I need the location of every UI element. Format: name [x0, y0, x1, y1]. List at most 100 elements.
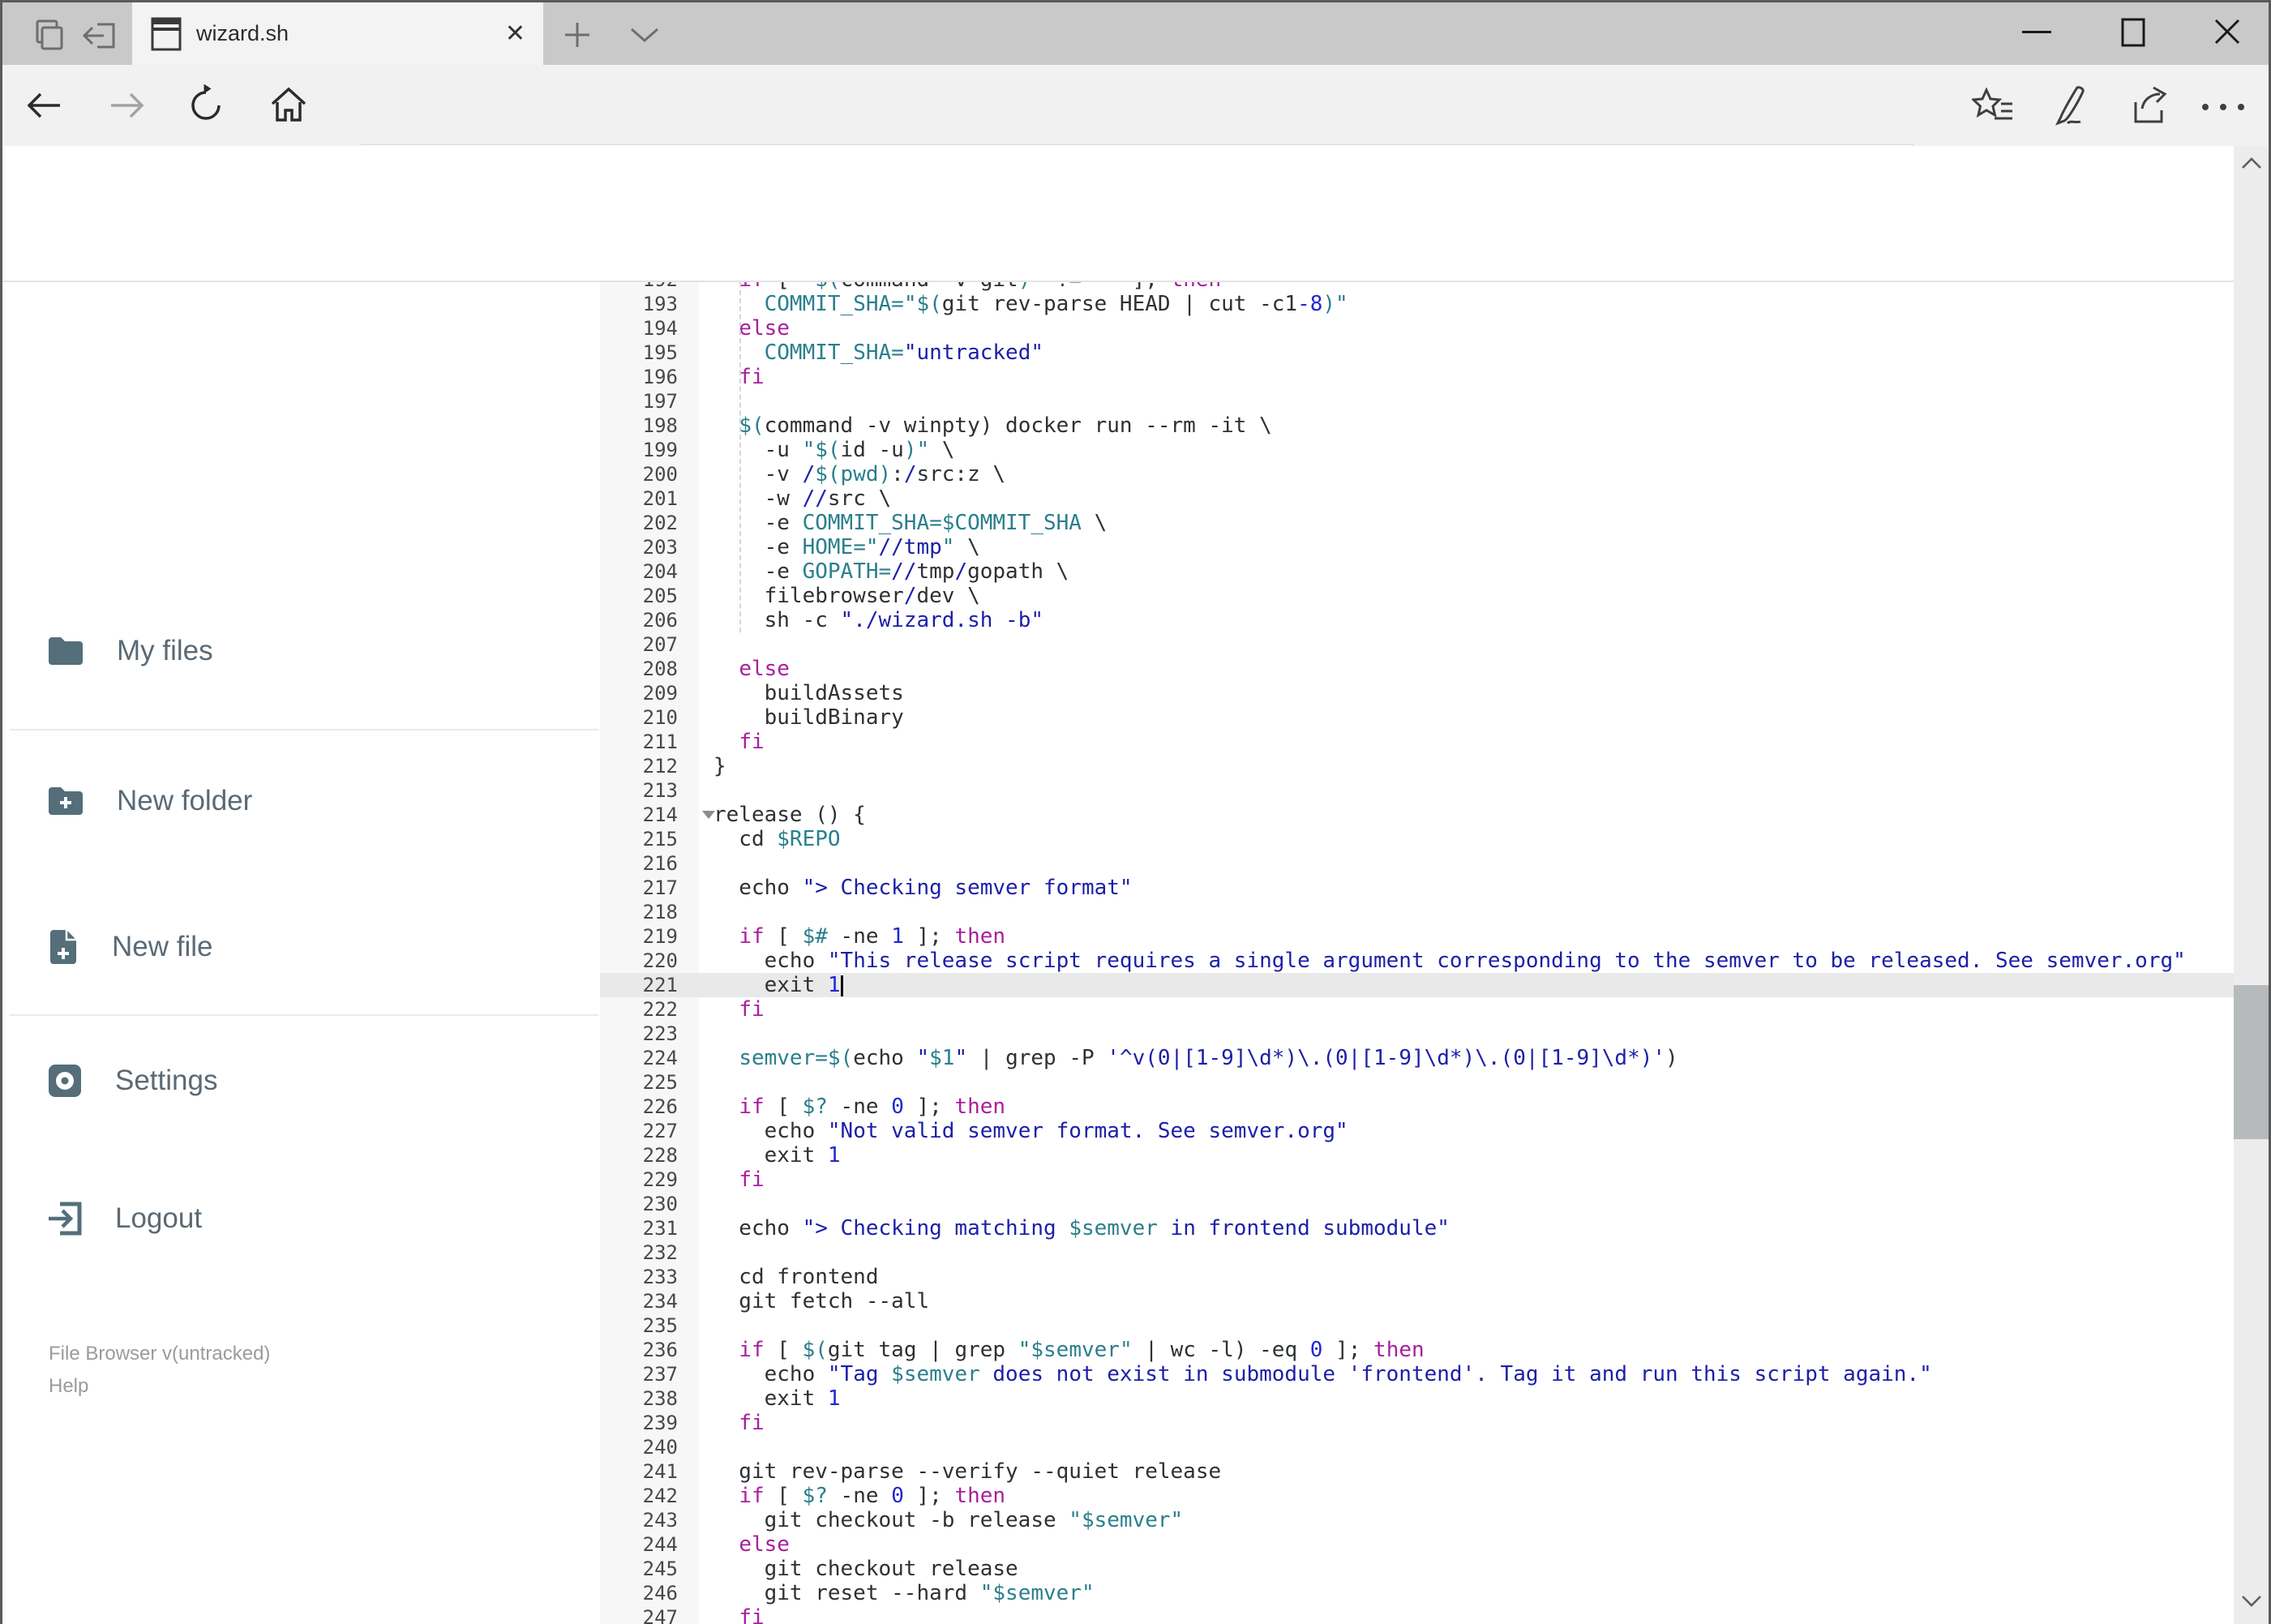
code-line-text[interactable]: echo "This release script requires a sin…: [699, 949, 2186, 973]
code-line-text[interactable]: fi: [699, 1411, 764, 1435]
code-row[interactable]: 226 if [ $? -ne 0 ]; then: [600, 1095, 2271, 1119]
code-line-text[interactable]: exit 1: [699, 1143, 841, 1168]
forward-button[interactable]: [108, 88, 147, 123]
code-line-text[interactable]: else: [699, 316, 790, 341]
refresh-button[interactable]: [185, 84, 227, 126]
code-row[interactable]: 225: [600, 1070, 2271, 1095]
code-row[interactable]: 200 -v /$(pwd):/src:z \: [600, 462, 2271, 486]
hub-favorites-icon[interactable]: [1972, 88, 2014, 125]
tab-close-icon[interactable]: ✕: [505, 19, 525, 48]
code-row[interactable]: 224 semver=$(echo "$1" | grep -P '^v(0|[…: [600, 1046, 2271, 1070]
code-row[interactable]: 238 exit 1: [600, 1386, 2271, 1411]
code-line-text[interactable]: cd frontend: [699, 1265, 878, 1289]
code-row[interactable]: 243 git checkout -b release "$semver": [600, 1508, 2271, 1532]
code-row[interactable]: 246 git reset --hard "$semver": [600, 1581, 2271, 1605]
code-line-text[interactable]: [699, 1070, 713, 1095]
code-row[interactable]: 209 buildAssets: [600, 681, 2271, 705]
code-line-text[interactable]: git fetch --all: [699, 1289, 929, 1313]
code-line-text[interactable]: fi: [699, 1168, 764, 1192]
code-line-text[interactable]: -w //src \: [699, 486, 892, 511]
code-line-text[interactable]: -e HOME="//tmp" \: [699, 535, 980, 559]
fold-marker-icon[interactable]: [702, 811, 715, 819]
code-line-text[interactable]: [699, 778, 713, 803]
code-line-text[interactable]: release () {: [699, 803, 866, 827]
code-row[interactable]: 204 -e GOPATH=//tmp/gopath \: [600, 559, 2271, 584]
sidebar-item-my-files[interactable]: My files: [47, 623, 213, 679]
code-row[interactable]: 213: [600, 778, 2271, 803]
code-line-text[interactable]: -v /$(pwd):/src:z \: [699, 462, 1005, 486]
code-row[interactable]: 231 echo "> Checking matching $semver in…: [600, 1216, 2271, 1240]
code-row[interactable]: 215 cd $REPO: [600, 827, 2271, 851]
code-row[interactable]: 241 git rev-parse --verify --quiet relea…: [600, 1459, 2271, 1484]
code-line-text[interactable]: if [ $? -ne 0 ]; then: [699, 1484, 1005, 1508]
code-row[interactable]: 242 if [ $? -ne 0 ]; then: [600, 1484, 2271, 1508]
code-line-text[interactable]: echo "Tag $semver does not exist in subm…: [699, 1362, 1932, 1386]
page-scrollbar-thumb[interactable]: [2234, 985, 2269, 1139]
code-row[interactable]: 235: [600, 1313, 2271, 1338]
code-row[interactable]: 192 if [ "$(command -v git)" != "" ]; th…: [600, 282, 2271, 292]
code-line-text[interactable]: [699, 1192, 713, 1216]
code-row[interactable]: 193 COMMIT_SHA="$(git rev-parse HEAD | c…: [600, 292, 2271, 316]
code-line-text[interactable]: git checkout release: [699, 1557, 1018, 1581]
code-line-text[interactable]: semver=$(echo "$1" | grep -P '^v(0|[1-9]…: [699, 1046, 1678, 1070]
code-row[interactable]: 199 -u "$(id -u)" \: [600, 438, 2271, 462]
new-tab-icon[interactable]: [562, 19, 593, 50]
code-line-text[interactable]: $(command -v winpty) docker run --rm -it…: [699, 413, 1271, 438]
code-line-text[interactable]: exit 1: [699, 1386, 841, 1411]
home-button[interactable]: [268, 84, 310, 125]
code-line-text[interactable]: if [ $? -ne 0 ]; then: [699, 1095, 1005, 1119]
code-row[interactable]: 221 exit 1: [600, 973, 2271, 997]
annotate-pen-icon[interactable]: [2050, 84, 2090, 126]
code-line-text[interactable]: [699, 851, 713, 876]
code-line-text[interactable]: if [ $(git tag | grep "$semver" | wc -l)…: [699, 1338, 1424, 1362]
code-line-text[interactable]: else: [699, 657, 790, 681]
code-line-text[interactable]: }: [699, 754, 726, 778]
code-row[interactable]: 223: [600, 1022, 2271, 1046]
code-line-text[interactable]: -u "$(id -u)" \: [699, 438, 955, 462]
code-line-text[interactable]: COMMIT_SHA="untracked": [699, 341, 1043, 365]
code-row[interactable]: 198 $(command -v winpty) docker run --rm…: [600, 413, 2271, 438]
code-row[interactable]: 203 -e HOME="//tmp" \: [600, 535, 2271, 559]
code-line-text[interactable]: [699, 900, 713, 924]
code-row[interactable]: 240: [600, 1435, 2271, 1459]
code-line-text[interactable]: fi: [699, 997, 764, 1022]
page-scrollbar-track[interactable]: [2234, 146, 2269, 1624]
code-line-text[interactable]: -e COMMIT_SHA=$COMMIT_SHA \: [699, 511, 1108, 535]
code-line-text[interactable]: cd $REPO: [699, 827, 840, 851]
code-row[interactable]: 214 release () {: [600, 803, 2271, 827]
code-row[interactable]: 244 else: [600, 1532, 2271, 1557]
sidebar-item-new-folder[interactable]: New folder: [47, 773, 252, 829]
help-link[interactable]: Help: [49, 1375, 88, 1398]
share-page-icon[interactable]: [2129, 86, 2171, 126]
code-line-text[interactable]: [699, 389, 713, 413]
code-row[interactable]: 245 git checkout release: [600, 1557, 2271, 1581]
code-line-text[interactable]: [699, 632, 713, 657]
code-row[interactable]: 210 buildBinary: [600, 705, 2271, 730]
code-row[interactable]: 220 echo "This release script requires a…: [600, 949, 2271, 973]
code-line-text[interactable]: buildBinary: [699, 705, 904, 730]
code-row[interactable]: 222 fi: [600, 997, 2271, 1022]
scroll-up-icon[interactable]: [2240, 156, 2263, 170]
code-line-text[interactable]: if [ "$(command -v git)" != "" ]; then: [699, 282, 1221, 292]
minimize-button[interactable]: [2020, 29, 2053, 36]
code-row[interactable]: 196 fi: [600, 365, 2271, 389]
code-line-text[interactable]: echo "> Checking matching $semver in fro…: [699, 1216, 1450, 1240]
code-line-text[interactable]: git checkout -b release "$semver": [699, 1508, 1184, 1532]
code-line-text[interactable]: fi: [699, 365, 764, 389]
code-line-text[interactable]: [699, 1313, 713, 1338]
browser-tab[interactable]: wizard.sh ✕: [132, 2, 543, 65]
code-line-text[interactable]: sh -c "./wizard.sh -b": [699, 608, 1043, 632]
code-line-text[interactable]: COMMIT_SHA="$(git rev-parse HEAD | cut -…: [699, 292, 1348, 316]
code-line-text[interactable]: echo "> Checking semver format": [699, 876, 1132, 900]
code-row[interactable]: 205 filebrowser/dev \: [600, 584, 2271, 608]
code-row[interactable]: 234 git fetch --all: [600, 1289, 2271, 1313]
code-row[interactable]: 208 else: [600, 657, 2271, 681]
code-row[interactable]: 197: [600, 389, 2271, 413]
code-line-text[interactable]: git rev-parse --verify --quiet release: [699, 1459, 1221, 1484]
code-line-text[interactable]: else: [699, 1532, 790, 1557]
code-editor[interactable]: 192 if [ "$(command -v git)" != "" ]; th…: [600, 282, 2271, 1624]
code-row[interactable]: 218: [600, 900, 2271, 924]
code-row[interactable]: 194 else: [600, 316, 2271, 341]
code-line-text[interactable]: fi: [699, 730, 764, 754]
set-tabs-aside-icon[interactable]: [81, 19, 118, 52]
